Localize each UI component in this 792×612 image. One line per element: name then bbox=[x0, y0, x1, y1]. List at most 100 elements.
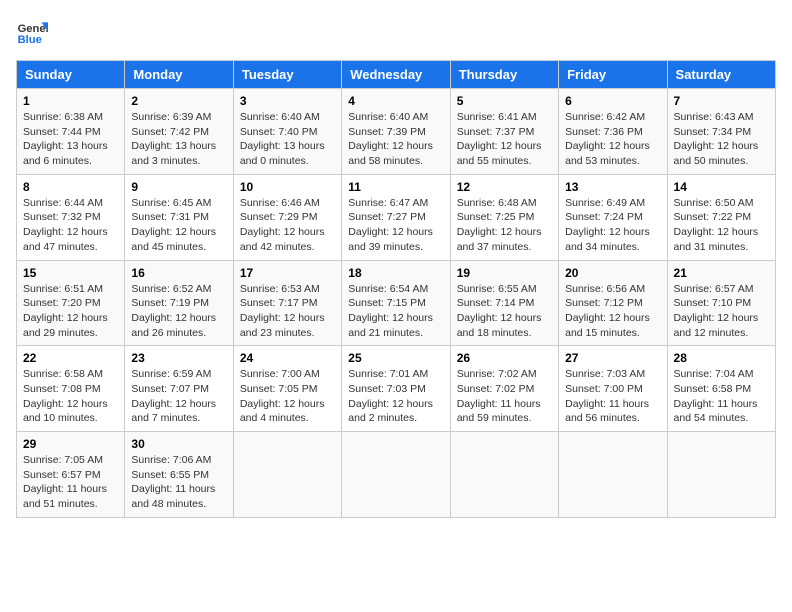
week-row-3: 15 Sunrise: 6:51 AMSunset: 7:20 PMDaylig… bbox=[17, 260, 776, 346]
day-number: 16 bbox=[131, 266, 226, 280]
calendar-cell: 18 Sunrise: 6:54 AMSunset: 7:15 PMDaylig… bbox=[342, 260, 450, 346]
calendar-cell bbox=[667, 432, 775, 518]
calendar-cell: 4 Sunrise: 6:40 AMSunset: 7:39 PMDayligh… bbox=[342, 89, 450, 175]
day-number: 26 bbox=[457, 351, 552, 365]
day-detail: Sunrise: 6:53 AMSunset: 7:17 PMDaylight:… bbox=[240, 283, 325, 339]
day-detail: Sunrise: 7:04 AMSunset: 6:58 PMDaylight:… bbox=[674, 368, 758, 424]
day-detail: Sunrise: 6:55 AMSunset: 7:14 PMDaylight:… bbox=[457, 283, 542, 339]
day-number: 27 bbox=[565, 351, 660, 365]
calendar-cell bbox=[450, 432, 558, 518]
day-number: 21 bbox=[674, 266, 769, 280]
day-number: 8 bbox=[23, 180, 118, 194]
day-number: 5 bbox=[457, 94, 552, 108]
day-detail: Sunrise: 7:00 AMSunset: 7:05 PMDaylight:… bbox=[240, 368, 325, 424]
calendar-cell: 28 Sunrise: 7:04 AMSunset: 6:58 PMDaylig… bbox=[667, 346, 775, 432]
day-number: 30 bbox=[131, 437, 226, 451]
day-detail: Sunrise: 6:43 AMSunset: 7:34 PMDaylight:… bbox=[674, 111, 759, 167]
header-saturday: Saturday bbox=[667, 61, 775, 89]
day-detail: Sunrise: 6:51 AMSunset: 7:20 PMDaylight:… bbox=[23, 283, 108, 339]
day-number: 10 bbox=[240, 180, 335, 194]
calendar-cell: 25 Sunrise: 7:01 AMSunset: 7:03 PMDaylig… bbox=[342, 346, 450, 432]
day-detail: Sunrise: 6:44 AMSunset: 7:32 PMDaylight:… bbox=[23, 197, 108, 253]
day-number: 2 bbox=[131, 94, 226, 108]
day-number: 13 bbox=[565, 180, 660, 194]
calendar-cell: 22 Sunrise: 6:58 AMSunset: 7:08 PMDaylig… bbox=[17, 346, 125, 432]
day-number: 24 bbox=[240, 351, 335, 365]
logo-icon: General Blue bbox=[16, 16, 48, 48]
day-detail: Sunrise: 6:39 AMSunset: 7:42 PMDaylight:… bbox=[131, 111, 216, 167]
header-tuesday: Tuesday bbox=[233, 61, 341, 89]
calendar-cell: 2 Sunrise: 6:39 AMSunset: 7:42 PMDayligh… bbox=[125, 89, 233, 175]
day-number: 14 bbox=[674, 180, 769, 194]
calendar-cell: 24 Sunrise: 7:00 AMSunset: 7:05 PMDaylig… bbox=[233, 346, 341, 432]
calendar-cell bbox=[233, 432, 341, 518]
calendar-cell: 29 Sunrise: 7:05 AMSunset: 6:57 PMDaylig… bbox=[17, 432, 125, 518]
day-number: 19 bbox=[457, 266, 552, 280]
day-detail: Sunrise: 6:48 AMSunset: 7:25 PMDaylight:… bbox=[457, 197, 542, 253]
calendar-cell: 23 Sunrise: 6:59 AMSunset: 7:07 PMDaylig… bbox=[125, 346, 233, 432]
day-number: 15 bbox=[23, 266, 118, 280]
day-number: 20 bbox=[565, 266, 660, 280]
day-detail: Sunrise: 7:05 AMSunset: 6:57 PMDaylight:… bbox=[23, 454, 107, 510]
week-row-1: 1 Sunrise: 6:38 AMSunset: 7:44 PMDayligh… bbox=[17, 89, 776, 175]
calendar-cell: 7 Sunrise: 6:43 AMSunset: 7:34 PMDayligh… bbox=[667, 89, 775, 175]
svg-text:Blue: Blue bbox=[18, 34, 42, 46]
day-number: 25 bbox=[348, 351, 443, 365]
day-detail: Sunrise: 6:46 AMSunset: 7:29 PMDaylight:… bbox=[240, 197, 325, 253]
day-detail: Sunrise: 7:02 AMSunset: 7:02 PMDaylight:… bbox=[457, 368, 541, 424]
day-detail: Sunrise: 6:59 AMSunset: 7:07 PMDaylight:… bbox=[131, 368, 216, 424]
day-number: 9 bbox=[131, 180, 226, 194]
header-monday: Monday bbox=[125, 61, 233, 89]
day-detail: Sunrise: 6:54 AMSunset: 7:15 PMDaylight:… bbox=[348, 283, 433, 339]
calendar-cell: 27 Sunrise: 7:03 AMSunset: 7:00 PMDaylig… bbox=[559, 346, 667, 432]
day-number: 7 bbox=[674, 94, 769, 108]
day-detail: Sunrise: 7:06 AMSunset: 6:55 PMDaylight:… bbox=[131, 454, 215, 510]
day-detail: Sunrise: 6:52 AMSunset: 7:19 PMDaylight:… bbox=[131, 283, 216, 339]
day-detail: Sunrise: 6:58 AMSunset: 7:08 PMDaylight:… bbox=[23, 368, 108, 424]
page-header: General Blue bbox=[16, 16, 776, 48]
day-number: 12 bbox=[457, 180, 552, 194]
calendar-cell: 19 Sunrise: 6:55 AMSunset: 7:14 PMDaylig… bbox=[450, 260, 558, 346]
calendar-cell bbox=[559, 432, 667, 518]
calendar-cell: 13 Sunrise: 6:49 AMSunset: 7:24 PMDaylig… bbox=[559, 174, 667, 260]
header-sunday: Sunday bbox=[17, 61, 125, 89]
day-detail: Sunrise: 7:03 AMSunset: 7:00 PMDaylight:… bbox=[565, 368, 649, 424]
calendar-cell: 6 Sunrise: 6:42 AMSunset: 7:36 PMDayligh… bbox=[559, 89, 667, 175]
calendar-cell: 12 Sunrise: 6:48 AMSunset: 7:25 PMDaylig… bbox=[450, 174, 558, 260]
header-wednesday: Wednesday bbox=[342, 61, 450, 89]
calendar-cell: 21 Sunrise: 6:57 AMSunset: 7:10 PMDaylig… bbox=[667, 260, 775, 346]
calendar-cell: 10 Sunrise: 6:46 AMSunset: 7:29 PMDaylig… bbox=[233, 174, 341, 260]
day-number: 6 bbox=[565, 94, 660, 108]
calendar-cell: 8 Sunrise: 6:44 AMSunset: 7:32 PMDayligh… bbox=[17, 174, 125, 260]
calendar-cell: 30 Sunrise: 7:06 AMSunset: 6:55 PMDaylig… bbox=[125, 432, 233, 518]
calendar-table: SundayMondayTuesdayWednesdayThursdayFrid… bbox=[16, 60, 776, 518]
day-detail: Sunrise: 6:45 AMSunset: 7:31 PMDaylight:… bbox=[131, 197, 216, 253]
calendar-cell: 15 Sunrise: 6:51 AMSunset: 7:20 PMDaylig… bbox=[17, 260, 125, 346]
day-detail: Sunrise: 6:57 AMSunset: 7:10 PMDaylight:… bbox=[674, 283, 759, 339]
header-row: SundayMondayTuesdayWednesdayThursdayFrid… bbox=[17, 61, 776, 89]
calendar-cell: 17 Sunrise: 6:53 AMSunset: 7:17 PMDaylig… bbox=[233, 260, 341, 346]
logo: General Blue bbox=[16, 16, 52, 48]
day-detail: Sunrise: 6:40 AMSunset: 7:40 PMDaylight:… bbox=[240, 111, 325, 167]
week-row-5: 29 Sunrise: 7:05 AMSunset: 6:57 PMDaylig… bbox=[17, 432, 776, 518]
day-number: 4 bbox=[348, 94, 443, 108]
calendar-cell: 11 Sunrise: 6:47 AMSunset: 7:27 PMDaylig… bbox=[342, 174, 450, 260]
day-number: 17 bbox=[240, 266, 335, 280]
calendar-cell: 26 Sunrise: 7:02 AMSunset: 7:02 PMDaylig… bbox=[450, 346, 558, 432]
day-number: 18 bbox=[348, 266, 443, 280]
calendar-cell: 16 Sunrise: 6:52 AMSunset: 7:19 PMDaylig… bbox=[125, 260, 233, 346]
calendar-cell: 20 Sunrise: 6:56 AMSunset: 7:12 PMDaylig… bbox=[559, 260, 667, 346]
calendar-cell: 3 Sunrise: 6:40 AMSunset: 7:40 PMDayligh… bbox=[233, 89, 341, 175]
calendar-cell: 9 Sunrise: 6:45 AMSunset: 7:31 PMDayligh… bbox=[125, 174, 233, 260]
day-detail: Sunrise: 7:01 AMSunset: 7:03 PMDaylight:… bbox=[348, 368, 433, 424]
week-row-4: 22 Sunrise: 6:58 AMSunset: 7:08 PMDaylig… bbox=[17, 346, 776, 432]
day-detail: Sunrise: 6:41 AMSunset: 7:37 PMDaylight:… bbox=[457, 111, 542, 167]
day-detail: Sunrise: 6:49 AMSunset: 7:24 PMDaylight:… bbox=[565, 197, 650, 253]
day-number: 3 bbox=[240, 94, 335, 108]
day-detail: Sunrise: 6:40 AMSunset: 7:39 PMDaylight:… bbox=[348, 111, 433, 167]
day-detail: Sunrise: 6:47 AMSunset: 7:27 PMDaylight:… bbox=[348, 197, 433, 253]
day-detail: Sunrise: 6:42 AMSunset: 7:36 PMDaylight:… bbox=[565, 111, 650, 167]
header-thursday: Thursday bbox=[450, 61, 558, 89]
calendar-cell: 5 Sunrise: 6:41 AMSunset: 7:37 PMDayligh… bbox=[450, 89, 558, 175]
day-number: 22 bbox=[23, 351, 118, 365]
